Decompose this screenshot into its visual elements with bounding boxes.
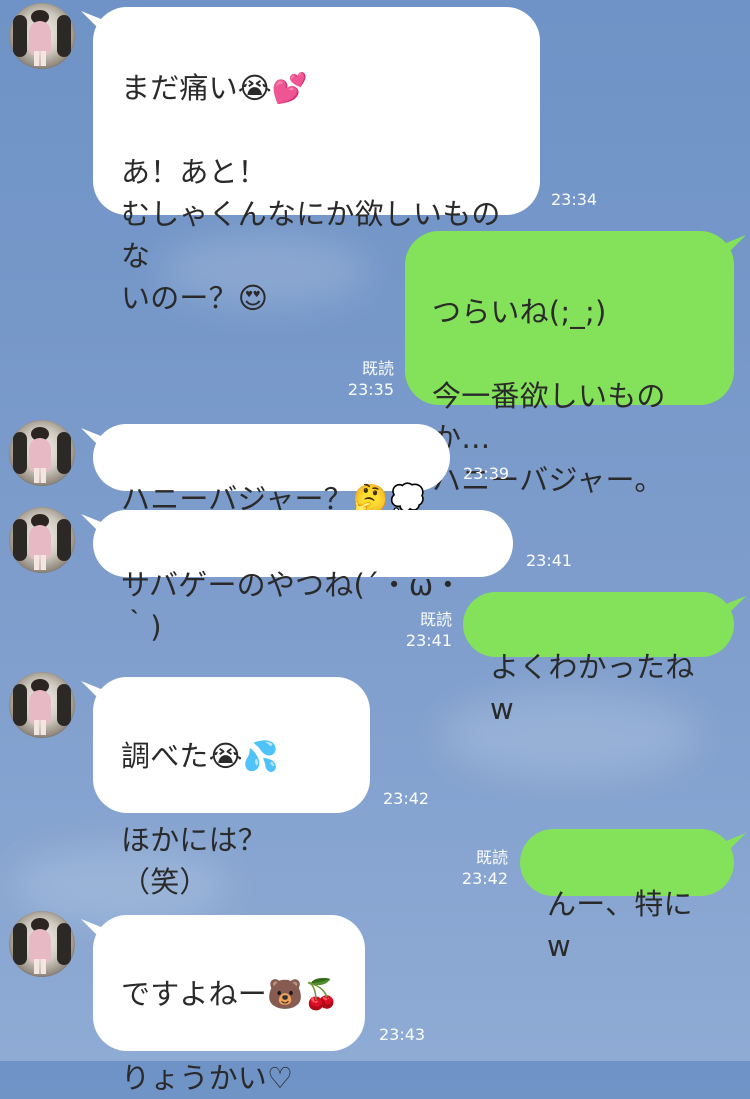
incoming-message-bubble[interactable]: ですよねー🐻🍒 りょうかい♡ [93,915,365,1095]
avatar-photo-detail [13,519,27,561]
outgoing-message-bubble[interactable]: よくわかったねw [463,592,734,726]
avatar-photo-detail [29,690,51,724]
chat-thread: まだ痛い😭💕 あ！あと！ むしゃくんなにか欲しいものな いのー？😍 23:34 … [0,0,750,1095]
message-time: 23:42 [383,789,430,808]
outgoing-message-bubble[interactable]: んー、特にw [520,829,734,963]
incoming-message-bubble[interactable]: 調べた😭💦 ほかには？（笑） [93,677,370,899]
avatar-photo-detail [13,432,27,474]
incoming-message-bubble[interactable]: まだ痛い😭💕 あ！あと！ むしゃくんなにか欲しいものな いのー？😍 [93,7,540,315]
sender-avatar[interactable] [9,672,75,738]
read-receipt: 既読 [361,359,394,378]
avatar-photo-detail [29,525,51,559]
message-text: よくわかったねw [490,650,695,726]
message-time: 23:34 [551,190,598,209]
incoming-message-bubble[interactable]: サバゲーのやつね(´・ω・｀) [93,510,513,644]
sender-avatar[interactable] [9,911,75,977]
message-time: 23:43 [379,1025,426,1044]
avatar-photo-detail [57,923,71,965]
avatar-photo-detail [57,432,71,474]
read-receipt: 既読 [475,848,508,867]
message-time: 23:42 [461,869,508,888]
incoming-message-bubble[interactable]: ハニーバジャー？🤔💭 [93,424,450,516]
sender-avatar[interactable] [9,420,75,486]
avatar-photo-detail [29,929,51,963]
avatar-photo-detail [29,21,51,55]
avatar-photo-detail [34,720,46,735]
avatar-photo-detail [34,51,46,66]
message-time: 23:41 [526,551,573,570]
message-time: 23:39 [463,464,510,483]
avatar-photo-detail [13,923,27,965]
avatar-photo-detail [57,519,71,561]
read-receipt: 既読 [419,610,452,629]
message-text: ですよねー🐻🍒 りょうかい♡ [121,977,340,1095]
message-text: んー、特にw [547,887,693,963]
message-text: 調べた😭💦 ほかには？（笑） [121,739,279,899]
message-time: 23:41 [405,631,452,650]
avatar-photo-detail [13,15,27,57]
avatar-photo-detail [57,15,71,57]
avatar-photo-detail [34,555,46,570]
avatar-photo-detail [34,959,46,974]
avatar-photo-detail [13,684,27,726]
outgoing-message-bubble[interactable]: つらいね(;_;) 今一番欲しいものか… ハニーバジャー。 [405,231,734,497]
avatar-photo-detail [57,684,71,726]
sender-avatar[interactable] [9,507,75,573]
message-time: 23:35 [347,380,394,399]
avatar-photo-detail [34,468,46,483]
sender-avatar[interactable] [9,3,75,69]
avatar-photo-detail [29,438,51,472]
